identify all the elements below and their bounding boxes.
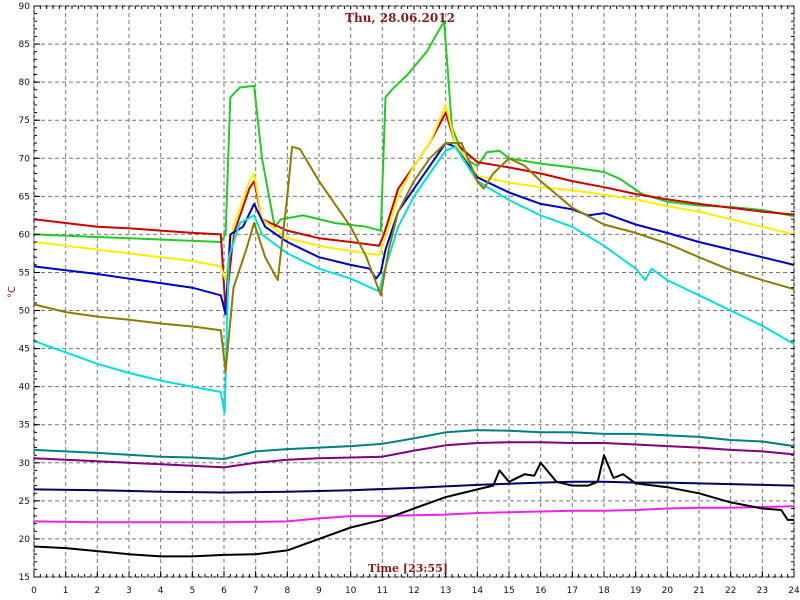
x-tick-label: 13 (440, 586, 451, 596)
x-tick-label: 15 (503, 586, 514, 596)
x-tick-label: 4 (158, 586, 164, 596)
x-tick-label: 22 (725, 586, 736, 596)
y-tick-label: 45 (19, 345, 30, 355)
y-tick-label: 40 (19, 383, 31, 393)
y-axis-label: °C (7, 286, 18, 298)
x-tick-label: 9 (316, 586, 322, 596)
y-tick-label: 30 (19, 459, 31, 469)
x-tick-label: 10 (345, 586, 357, 596)
y-tick-label: 50 (19, 307, 31, 317)
x-tick-label: 7 (253, 586, 259, 596)
y-tick-label: 15 (19, 573, 30, 583)
x-tick-label: 8 (284, 586, 290, 596)
x-tick-label: 21 (693, 586, 704, 596)
y-tick-label: 35 (19, 421, 30, 431)
y-tick-label: 80 (19, 78, 31, 88)
x-tick-label: 6 (221, 586, 227, 596)
x-tick-label: 23 (757, 586, 768, 596)
x-tick-label: 1 (63, 586, 69, 596)
x-tick-label: 11 (377, 586, 388, 596)
x-axis-label: Time [23:55] (368, 562, 448, 575)
x-tick-label: 24 (788, 586, 800, 596)
y-tick-label: 60 (19, 230, 31, 240)
chart-title: Thu, 28.06.2012 (345, 11, 455, 25)
x-tick-label: 12 (408, 586, 419, 596)
x-tick-label: 18 (598, 586, 610, 596)
y-tick-label: 75 (19, 116, 30, 126)
x-tick-label: 16 (535, 586, 547, 596)
y-tick-label: 90 (19, 2, 31, 12)
x-tick-label: 14 (472, 586, 484, 596)
chart-root: 0 1 2 3 4 5 6 7 8 9 10 11 12 13 14 15 16 17 18 19 20 21 22 23 24… (0, 0, 800, 600)
x-tick-label: 20 (662, 586, 674, 596)
x-tick-label: 17 (567, 586, 578, 596)
x-tick-label: 0 (31, 586, 37, 596)
y-tick-label: 85 (19, 40, 30, 50)
x-tick-label: 5 (189, 586, 195, 596)
y-tick-label: 65 (19, 192, 30, 202)
y-tick-label: 20 (19, 535, 31, 545)
x-tick-label: 2 (94, 586, 100, 596)
x-tick-label: 19 (630, 586, 642, 596)
y-tick-label: 55 (19, 268, 30, 278)
y-tick-label: 25 (19, 497, 30, 507)
y-tick-label: 70 (19, 154, 31, 164)
chart-svg: 0 1 2 3 4 5 6 7 8 9 10 11 12 13 14 15 16 17 18 19 20 21 22 23 24… (7, 2, 800, 596)
x-tick-label: 3 (126, 586, 132, 596)
